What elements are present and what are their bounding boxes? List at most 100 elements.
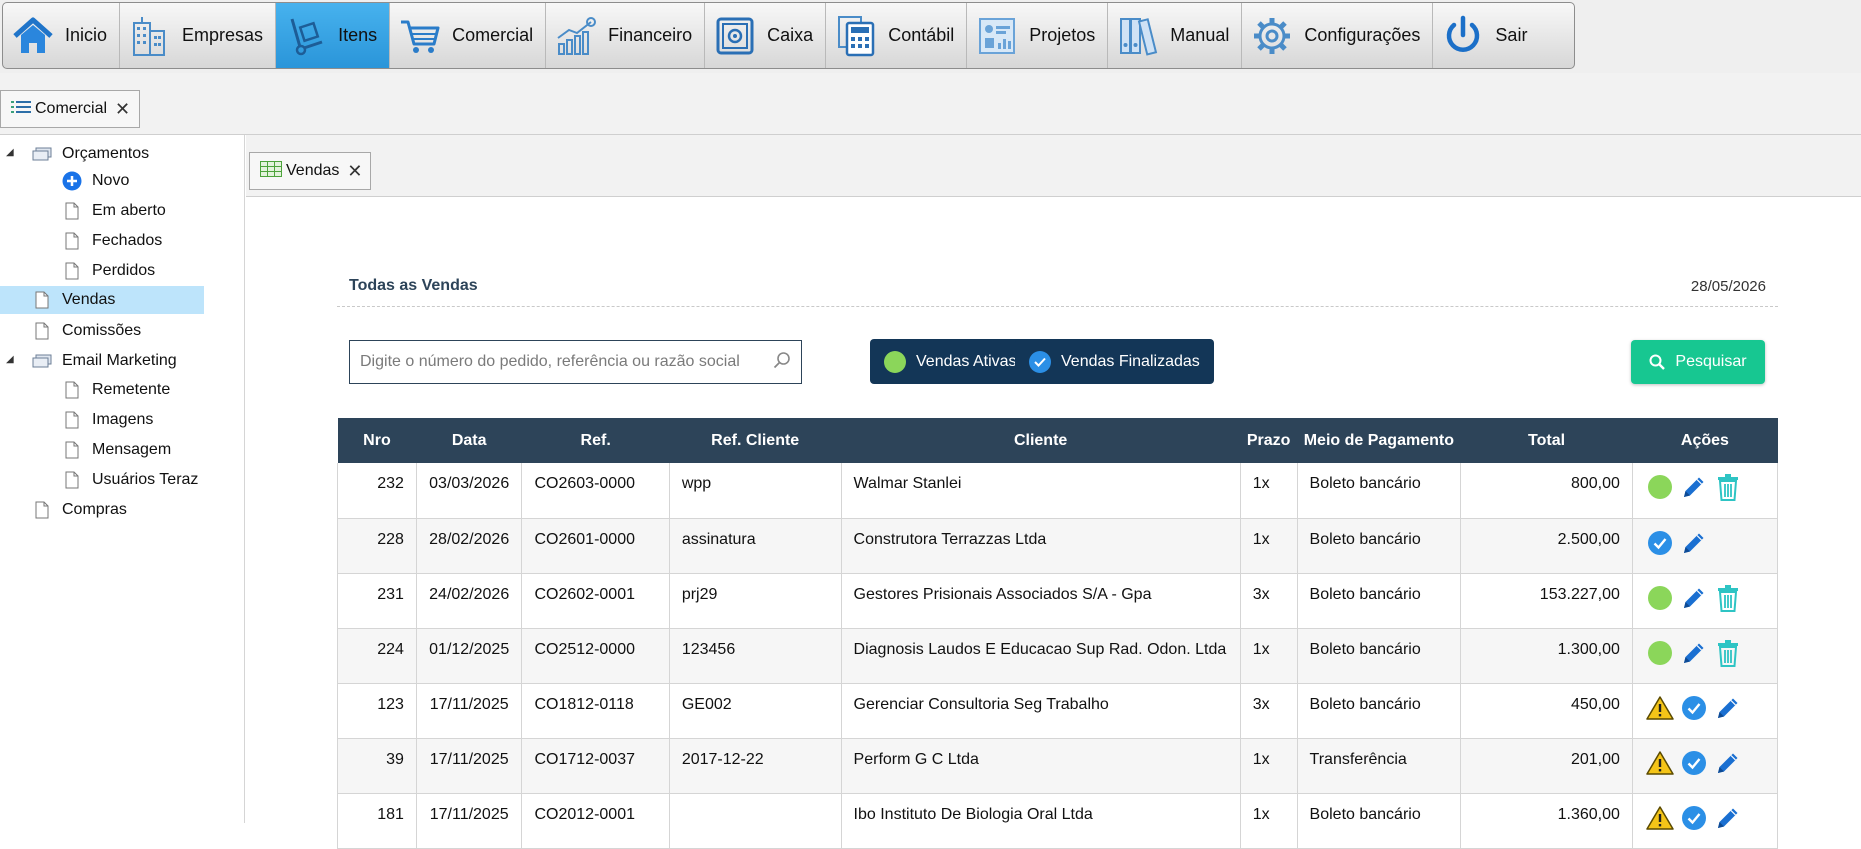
tree-item-vendas[interactable]: Vendas	[0, 286, 204, 314]
tree-item-remetente[interactable]: Remetente	[62, 376, 170, 404]
column-header-meio-pagamento[interactable]: Meio de Pagamento	[1297, 418, 1461, 463]
cell-ref-cliente: 2017-12-22	[668, 738, 842, 794]
check-circle-icon	[1029, 350, 1051, 373]
toolbar-button-empresas[interactable]: Empresas	[120, 3, 277, 68]
table-row[interactable]: 39 17/11/2025 CO1712-0037 2017-12-22 Perform…	[337, 738, 1779, 794]
check-circle-icon[interactable]	[1679, 693, 1709, 723]
toolbar-button-sair[interactable]: Sair	[1433, 3, 1539, 68]
toolbar-label: Inicio	[65, 25, 108, 45]
cell-cliente: Gerenciar Consultoria Seg Trabalho	[840, 683, 1241, 739]
active-dot-icon[interactable]	[1645, 583, 1675, 613]
document-icon	[62, 380, 82, 400]
tree-item-label: Imagens	[92, 411, 154, 428]
search-input[interactable]	[360, 353, 773, 371]
document-icon	[32, 321, 52, 341]
pencil-icon[interactable]	[1713, 803, 1743, 833]
pencil-icon[interactable]	[1679, 638, 1709, 668]
cell-ref-cliente: wpp	[668, 463, 842, 519]
expand-arrow-icon[interactable]: ◢	[6, 354, 14, 365]
tree-item-imagens[interactable]: Imagens	[62, 406, 153, 434]
toolbar-button-caixa[interactable]: Caixa	[705, 3, 827, 68]
warning-icon[interactable]	[1645, 803, 1675, 833]
close-icon[interactable]: ✕	[115, 100, 130, 118]
tree-item-comissoes[interactable]: Comissões	[32, 317, 141, 345]
column-header-total[interactable]: Total	[1460, 418, 1633, 463]
hand-truck-icon	[284, 14, 328, 58]
toolbar-button-contabil[interactable]: Contábil	[826, 3, 968, 68]
table-row[interactable]: 228 28/02/2026 CO2601-0000 assinatura Constr…	[337, 518, 1779, 574]
tree-item-orcamentos[interactable]: ◢ Orçamentos	[6, 140, 149, 168]
tree-item-compras[interactable]: Compras	[32, 496, 127, 524]
pencil-icon[interactable]	[1679, 472, 1709, 502]
active-dot-icon[interactable]	[1645, 638, 1675, 668]
current-date: 28/05/2026	[1690, 278, 1766, 295]
tree-item-usuarios-teraz[interactable]: Usuários Teraz	[62, 466, 198, 494]
cell-ref-cliente: GE002	[668, 683, 842, 739]
column-header-cliente[interactable]: Cliente	[841, 418, 1241, 463]
search-icon	[1649, 354, 1666, 370]
column-header-ref[interactable]: Ref.	[521, 418, 670, 463]
toolbar-button-inicio[interactable]: Inicio	[3, 3, 121, 68]
trash-icon[interactable]	[1713, 583, 1743, 613]
toolbar-label: Itens	[338, 25, 378, 45]
table-row[interactable]: 231 24/02/2026 CO2602-0001 prj29 Gestores Pr…	[337, 573, 1779, 629]
tab-vendas[interactable]: Vendas ✕	[249, 152, 371, 190]
search-icon	[773, 351, 791, 374]
table-row[interactable]: 232 03/03/2026 CO2603-0000 wpp Walmar Stanle…	[337, 463, 1779, 519]
search-field[interactable]	[349, 340, 802, 384]
page-title: Todas as Vendas	[349, 277, 478, 294]
check-circle-icon[interactable]	[1679, 748, 1709, 778]
check-circle-icon[interactable]	[1679, 803, 1709, 833]
tree-item-email-marketing[interactable]: ◢ Email Marketing	[6, 347, 177, 375]
tab-comercial[interactable]: Comercial ✕	[0, 90, 140, 128]
column-header-nro[interactable]: Nro	[337, 418, 417, 463]
table-row[interactable]: 224 01/12/2025 CO2512-0000 123456 Diagnosis …	[337, 628, 1779, 684]
pencil-icon[interactable]	[1679, 528, 1709, 558]
cell-ref: CO1712-0037	[521, 738, 670, 794]
tree-item-em-aberto[interactable]: Em aberto	[62, 197, 166, 225]
plus-circle-icon	[62, 171, 82, 191]
cell-data: 01/12/2025	[415, 628, 522, 684]
tree-item-label: Novo	[92, 172, 130, 189]
active-dot-icon[interactable]	[1645, 472, 1675, 502]
finished-sales-button[interactable]: Vendas Finalizadas	[1015, 339, 1214, 384]
toolbar-button-manual[interactable]: Manual	[1108, 3, 1243, 68]
close-icon[interactable]: ✕	[347, 162, 362, 180]
cell-nro: 123	[337, 683, 417, 739]
document-icon	[62, 201, 82, 221]
active-dot-icon	[884, 350, 906, 373]
warning-icon[interactable]	[1645, 748, 1675, 778]
toolbar-button-projetos[interactable]: Projetos	[967, 3, 1109, 68]
table-row[interactable]: 181 17/11/2025 CO2012-0001 Ibo Instituto De…	[337, 793, 1779, 849]
warning-icon[interactable]	[1645, 693, 1675, 723]
cell-meio-pagamento: Transferência	[1296, 738, 1461, 794]
toolbar-button-itens[interactable]: Itens	[276, 3, 391, 68]
pencil-icon[interactable]	[1713, 693, 1743, 723]
check-circle-icon[interactable]	[1645, 528, 1675, 558]
table-row[interactable]: 123 17/11/2025 CO1812-0118 GE002 Gerenciar C…	[337, 683, 1779, 739]
cell-total: 450,00	[1460, 683, 1633, 739]
search-button[interactable]: Pesquisar	[1631, 340, 1765, 384]
trash-icon[interactable]	[1713, 472, 1743, 502]
column-header-data[interactable]: Data	[416, 418, 522, 463]
tree-item-label: Fechados	[92, 232, 163, 249]
trash-icon[interactable]	[1713, 638, 1743, 668]
pencil-icon[interactable]	[1713, 748, 1743, 778]
project-board-icon	[975, 14, 1019, 58]
cell-prazo: 1x	[1239, 793, 1298, 849]
tree-item-fechados[interactable]: Fechados	[62, 227, 162, 255]
tree-item-mensagem[interactable]: Mensagem	[62, 436, 171, 464]
toolbar-button-configuracoes[interactable]: Configurações	[1242, 3, 1434, 68]
tree-item-novo[interactable]: Novo	[62, 167, 129, 195]
module-tab-strip: Comercial ✕	[0, 73, 1861, 135]
column-header-prazo[interactable]: Prazo	[1240, 418, 1298, 463]
toolbar-button-financeiro[interactable]: Financeiro	[546, 3, 706, 68]
tree-item-perdidos[interactable]: Perdidos	[62, 257, 155, 285]
toolbar-button-comercial[interactable]: Comercial	[390, 3, 547, 68]
column-header-ref-cliente[interactable]: Ref. Cliente	[669, 418, 842, 463]
document-icon	[62, 440, 82, 460]
active-sales-button[interactable]: Vendas Ativas	[870, 339, 1031, 384]
expand-arrow-icon[interactable]: ◢	[6, 147, 14, 158]
pencil-icon[interactable]	[1679, 583, 1709, 613]
document-icon	[62, 470, 82, 490]
